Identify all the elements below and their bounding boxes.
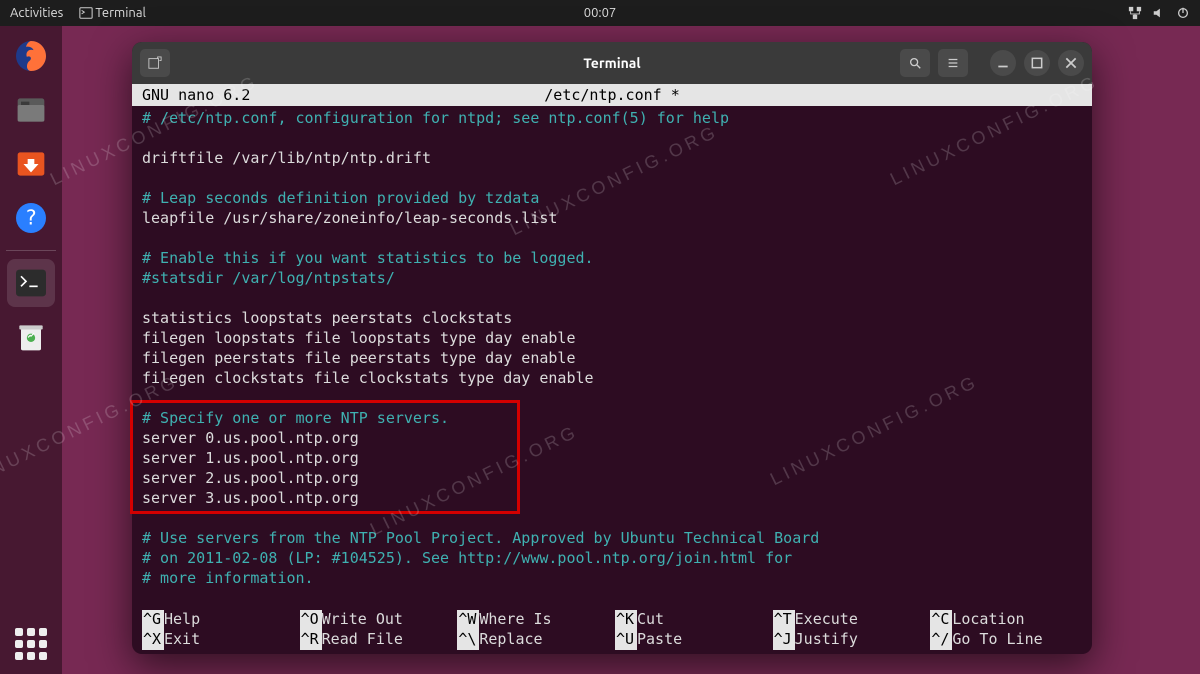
shortcut-key: ^K	[615, 610, 637, 630]
nano-version: GNU nano 6.2	[142, 84, 250, 106]
text-line: driftfile /var/lib/ntp/ntp.drift	[142, 148, 1082, 168]
text-line: server 1.us.pool.ntp.org	[142, 448, 1082, 468]
shortcut-key: ^X	[142, 630, 164, 650]
clock[interactable]: 00:07	[584, 6, 617, 20]
shortcut-key: ^W	[457, 610, 479, 630]
shortcut: ^T Execute	[773, 610, 925, 630]
shortcut-label: Replace	[479, 630, 542, 650]
dock-trash[interactable]	[7, 313, 55, 361]
text-line	[142, 508, 1082, 528]
text-line: server 3.us.pool.ntp.org	[142, 488, 1082, 508]
shortcut-label: Cut	[637, 610, 664, 630]
shortcut-label: Help	[164, 610, 200, 630]
shortcut: ^W Where Is	[457, 610, 609, 630]
dock-separator	[6, 250, 56, 251]
dock-terminal[interactable]	[7, 259, 55, 307]
shortcut-key: ^R	[300, 630, 322, 650]
comment-line: # Enable this if you want statistics to …	[142, 248, 1082, 268]
shortcut: ^J Justify	[773, 630, 925, 650]
terminal-icon	[79, 6, 93, 20]
volume-icon[interactable]	[1152, 6, 1166, 20]
shortcut-label: Justify	[795, 630, 858, 650]
shortcut-label: Where Is	[479, 610, 551, 630]
shortcut-label: Go To Line	[952, 630, 1042, 650]
text-line: filegen clockstats file clockstats type …	[142, 368, 1082, 388]
comment-line: # Specify one or more NTP servers.	[142, 408, 1082, 428]
shortcut-key: ^\	[457, 630, 479, 650]
power-icon[interactable]	[1176, 6, 1190, 20]
active-app-indicator[interactable]: Terminal	[79, 6, 146, 20]
dock-app-grid[interactable]	[7, 620, 55, 668]
text-line	[142, 168, 1082, 188]
shortcut-key: ^G	[142, 610, 164, 630]
dock: ?	[0, 26, 62, 674]
shortcut-key: ^O	[300, 610, 322, 630]
comment-line: # on 2011-02-08 (LP: #104525). See http:…	[142, 548, 1082, 568]
shortcut: ^X Exit	[142, 630, 294, 650]
text-line: server 0.us.pool.ntp.org	[142, 428, 1082, 448]
dock-help[interactable]: ?	[7, 194, 55, 242]
shortcut-label: Write Out	[322, 610, 403, 630]
maximize-button[interactable]	[1024, 50, 1050, 76]
shortcut: ^K Cut	[615, 610, 767, 630]
dock-software[interactable]	[7, 140, 55, 188]
nano-filename: /etc/ntp.conf *	[544, 84, 679, 106]
nano-shortcuts: ^G Help^O Write Out^W Where Is^K Cut^T E…	[132, 610, 1092, 654]
text-line	[142, 228, 1082, 248]
text-line	[142, 388, 1082, 408]
svg-text:?: ?	[25, 206, 37, 230]
shortcut: ^U Paste	[615, 630, 767, 650]
shortcut-key: ^C	[930, 610, 952, 630]
minimize-button[interactable]	[990, 50, 1016, 76]
text-line	[142, 128, 1082, 148]
search-button[interactable]	[900, 49, 930, 77]
shortcut-label: Exit	[164, 630, 200, 650]
text-line: filegen peerstats file peerstats type da…	[142, 348, 1082, 368]
comment-line: # more information.	[142, 568, 1082, 588]
window-title: Terminal	[583, 55, 640, 71]
comment-line: # Leap seconds definition provided by tz…	[142, 188, 1082, 208]
text-line: statistics loopstats peerstats clockstat…	[142, 308, 1082, 328]
menu-button[interactable]	[938, 49, 968, 77]
shortcut-label: Location	[952, 610, 1024, 630]
titlebar: Terminal	[132, 42, 1092, 84]
text-line: server 2.us.pool.ntp.org	[142, 468, 1082, 488]
shortcut-label: Paste	[637, 630, 682, 650]
text-line: leapfile /usr/share/zoneinfo/leap-second…	[142, 208, 1082, 228]
close-button[interactable]	[1058, 50, 1084, 76]
shortcut: ^\ Replace	[457, 630, 609, 650]
active-app-label: Terminal	[95, 6, 146, 20]
shortcut: ^R Read File	[300, 630, 452, 650]
shortcut-label: Execute	[795, 610, 858, 630]
shortcut-key: ^J	[773, 630, 795, 650]
comment-line: # /etc/ntp.conf, configuration for ntpd;…	[142, 108, 1082, 128]
dock-files[interactable]	[7, 86, 55, 134]
text-line: filegen loopstats file loopstats type da…	[142, 328, 1082, 348]
comment-line: #statsdir /var/log/ntpstats/	[142, 268, 1082, 288]
activities-button[interactable]: Activities	[10, 6, 63, 20]
network-icon[interactable]	[1128, 6, 1142, 20]
shortcut: ^G Help	[142, 610, 294, 630]
terminal-content[interactable]: # /etc/ntp.conf, configuration for ntpd;…	[132, 106, 1092, 610]
shortcut: ^C Location	[930, 610, 1082, 630]
new-tab-button[interactable]	[140, 49, 170, 77]
shortcut-key: ^T	[773, 610, 795, 630]
dock-firefox[interactable]	[7, 32, 55, 80]
text-line	[142, 288, 1082, 308]
nano-header: GNU nano 6.2 /etc/ntp.conf *	[132, 84, 1092, 106]
shortcut: ^/ Go To Line	[930, 630, 1082, 650]
gnome-topbar: Activities Terminal 00:07	[0, 0, 1200, 26]
shortcut-label: Read File	[322, 630, 403, 650]
comment-line: # Use servers from the NTP Pool Project.…	[142, 528, 1082, 548]
shortcut: ^O Write Out	[300, 610, 452, 630]
shortcut-key: ^U	[615, 630, 637, 650]
terminal-window: Terminal GNU nano 6.2 /etc/ntp.conf * # …	[132, 42, 1092, 654]
shortcut-key: ^/	[930, 630, 952, 650]
